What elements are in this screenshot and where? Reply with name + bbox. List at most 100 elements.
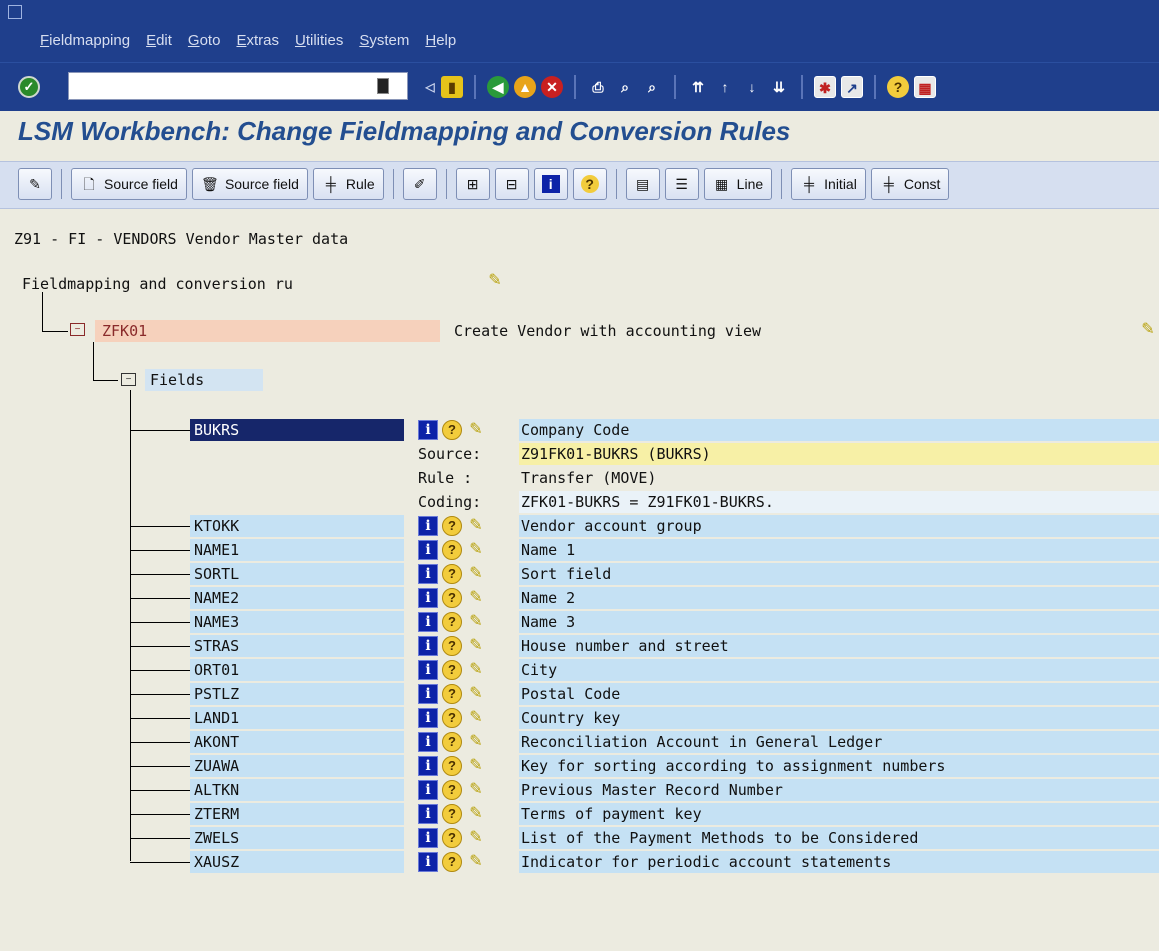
help-icon[interactable]: ?	[442, 540, 462, 560]
info-icon[interactable]: i	[418, 612, 438, 632]
menu-extras[interactable]: Extras	[236, 32, 279, 49]
fields-node-label[interactable]: Fields	[150, 371, 204, 389]
info-button[interactable]: i	[533, 168, 568, 200]
field-name[interactable]: XAUSZ	[194, 853, 239, 871]
system-menu-icon[interactable]	[8, 5, 22, 19]
constant-button[interactable]: ╪ Const	[870, 168, 950, 200]
collapse-subtree-button[interactable]: ⊟	[494, 168, 529, 200]
field-name[interactable]: AKONT	[194, 733, 239, 751]
field-name-cell[interactable]: ORT01	[190, 659, 404, 681]
source-value[interactable]: Z91FK01-BUKRS (BUKRS)	[521, 445, 711, 463]
lightbulb-icon[interactable]: ✎	[466, 588, 486, 608]
lightbulb-icon[interactable]: ✎	[466, 516, 486, 536]
first-page-icon[interactable]: ⇈	[687, 76, 709, 98]
help-icon[interactable]: ?	[442, 684, 462, 704]
help-icon[interactable]: ?	[442, 564, 462, 584]
field-name[interactable]: BUKRS	[194, 421, 239, 439]
help-icon[interactable]: ?	[442, 516, 462, 536]
folder-open-icon[interactable]: −	[121, 373, 136, 386]
help-icon[interactable]: ?	[442, 828, 462, 848]
help-icon[interactable]: ?	[442, 420, 462, 440]
field-name[interactable]: ORT01	[194, 661, 239, 679]
exit-icon[interactable]: ▲	[514, 76, 536, 98]
cancel-icon[interactable]: ✕	[541, 76, 563, 98]
lightbulb-icon[interactable]: ✎	[466, 780, 486, 800]
field-name-cell[interactable]: SORTL	[190, 563, 404, 585]
print-icon[interactable]: ⎙	[587, 76, 609, 98]
lightbulb-icon[interactable]: ✎	[466, 852, 486, 872]
menu-system[interactable]: System	[359, 32, 409, 49]
help-button[interactable]: ?	[572, 168, 607, 200]
expand-subtree-button[interactable]: ⊞	[455, 168, 490, 200]
field-name-cell[interactable]: ZTERM	[190, 803, 404, 825]
field-name[interactable]: ZUAWA	[194, 757, 239, 775]
lightbulb-icon[interactable]: ✎	[466, 756, 486, 776]
line-button[interactable]: ▦ Line	[703, 168, 773, 200]
field-name[interactable]: LAND1	[194, 709, 239, 727]
field-name[interactable]: STRAS	[194, 637, 239, 655]
field-name-cell[interactable]: NAME2	[190, 587, 404, 609]
menu-help[interactable]: Help	[425, 32, 456, 49]
help-icon[interactable]: ?	[887, 76, 909, 98]
create-session-icon[interactable]: ✱	[814, 76, 836, 98]
create-source-field-button[interactable]: 🗋 Source field	[71, 168, 187, 200]
help-icon[interactable]: ?	[442, 780, 462, 800]
structure-node-name[interactable]: ZFK01	[102, 322, 147, 340]
info-icon[interactable]: i	[418, 828, 438, 848]
rule-value[interactable]: Transfer (MOVE)	[521, 469, 656, 487]
info-icon[interactable]: i	[418, 540, 438, 560]
edit-coding-button[interactable]: ✐	[402, 168, 437, 200]
command-input[interactable]	[73, 73, 377, 99]
lightbulb-icon[interactable]: ✎	[466, 732, 486, 752]
info-icon[interactable]: i	[418, 564, 438, 584]
layout-button[interactable]: ▤	[625, 168, 660, 200]
info-icon[interactable]: i	[418, 804, 438, 824]
field-name-cell[interactable]: PSTLZ	[190, 683, 404, 705]
field-name[interactable]: NAME2	[194, 589, 239, 607]
lightbulb-icon[interactable]: ✎	[466, 420, 486, 440]
info-icon[interactable]: i	[418, 708, 438, 728]
back-icon[interactable]: ◀	[487, 76, 509, 98]
info-icon[interactable]: i	[418, 516, 438, 536]
menu-goto[interactable]: Goto	[188, 32, 221, 49]
help-icon[interactable]: ?	[442, 708, 462, 728]
field-name[interactable]: PSTLZ	[194, 685, 239, 703]
field-name-cell[interactable]: ZUAWA	[190, 755, 404, 777]
coding-value[interactable]: ZFK01-BUKRS = Z91FK01-BUKRS.	[521, 493, 774, 511]
layout-icon[interactable]: ▦	[914, 76, 936, 98]
field-name[interactable]: SORTL	[194, 565, 239, 583]
next-page-icon[interactable]: ↓	[741, 76, 763, 98]
display-change-button[interactable]: ✎	[18, 168, 52, 200]
command-field[interactable]	[68, 72, 408, 100]
menu-utilities[interactable]: Utilities	[295, 32, 343, 49]
lightbulb-icon[interactable]: ✎	[466, 828, 486, 848]
initial-button[interactable]: ╪ Initial	[791, 168, 866, 200]
field-name-cell[interactable]: AKONT	[190, 731, 404, 753]
help-icon[interactable]: ?	[442, 660, 462, 680]
save-icon[interactable]: ▮	[441, 76, 463, 98]
field-name-cell[interactable]: STRAS	[190, 635, 404, 657]
lightbulb-icon[interactable]: ✎	[485, 271, 505, 291]
lightbulb-icon[interactable]: ✎	[466, 708, 486, 728]
delete-source-field-button[interactable]: 🗑 Source field	[191, 168, 308, 200]
list-button[interactable]: ☰	[664, 168, 699, 200]
lightbulb-icon[interactable]: ✎	[1138, 320, 1158, 340]
lightbulb-icon[interactable]: ✎	[466, 636, 486, 656]
info-icon[interactable]: i	[418, 852, 438, 872]
lightbulb-icon[interactable]: ✎	[466, 540, 486, 560]
info-icon[interactable]: i	[418, 660, 438, 680]
lightbulb-icon[interactable]: ✎	[466, 612, 486, 632]
prev-page-icon[interactable]: ↑	[714, 76, 736, 98]
field-name[interactable]: KTOKK	[194, 517, 239, 535]
field-name-cell[interactable]: ZWELS	[190, 827, 404, 849]
field-name[interactable]: NAME3	[194, 613, 239, 631]
field-name[interactable]: ZTERM	[194, 805, 239, 823]
info-icon[interactable]: i	[418, 636, 438, 656]
info-icon[interactable]: i	[418, 588, 438, 608]
command-history-icon[interactable]	[377, 78, 389, 94]
find-icon[interactable]: ⌕	[614, 76, 636, 98]
info-icon[interactable]: i	[418, 780, 438, 800]
enter-icon[interactable]: ✓	[18, 76, 40, 98]
shortcut-icon[interactable]: ↗	[841, 76, 863, 98]
field-name-cell[interactable]: NAME1	[190, 539, 404, 561]
